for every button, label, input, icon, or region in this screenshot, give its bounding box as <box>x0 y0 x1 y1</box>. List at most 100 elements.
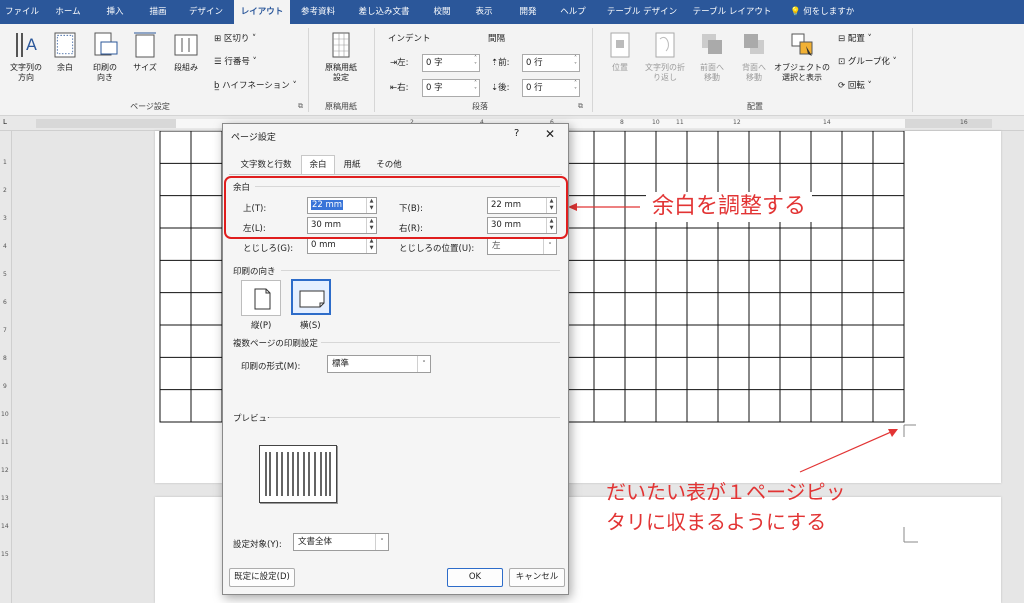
spacing-after-input[interactable]: 0 行 ˄ ˅ <box>522 79 580 97</box>
columns-button[interactable]: 段組み <box>166 30 206 73</box>
tell-me-text: 何をしますか <box>803 7 855 17</box>
gutter-position-label: とじしろの位置(U): <box>399 244 475 254</box>
tab-margins[interactable]: 余白 <box>301 155 335 175</box>
portrait-option[interactable] <box>241 280 281 316</box>
bring-forward-button[interactable]: 前面へ 移動 <box>692 30 732 83</box>
ribbon-tab-bar: ファイル ホーム 挿入 描画 デザイン レイアウト 参考資料 差し込み文書 校閲… <box>0 0 1024 24</box>
page-setup-launcher-icon[interactable]: ⧉ <box>298 102 303 111</box>
hyphenation-icon: b̲ <box>214 81 223 91</box>
multiple-pages-select[interactable]: 標準 ˅ <box>327 355 431 373</box>
paragraph-launcher-icon[interactable]: ⧉ <box>578 102 583 111</box>
lightbulb-icon: 💡 <box>790 7 801 17</box>
text-direction-icon: A <box>16 33 37 57</box>
line-numbers-button[interactable]: ☰ 行番号 ˅ <box>214 55 257 67</box>
landscape-option[interactable] <box>291 279 331 315</box>
size-button[interactable]: サイズ <box>128 30 162 73</box>
columns-icon <box>174 34 198 56</box>
fit-table-callout-line2: タリに収まるようにする <box>606 510 827 534</box>
vruler-number: 6 <box>3 299 7 306</box>
rotate-button[interactable]: ⟳ 回転 ˅ <box>838 79 872 91</box>
tab-help[interactable]: ヘルプ <box>550 0 596 24</box>
tab-paper[interactable]: 用紙 <box>335 155 369 175</box>
preview-section-title: プレビュー <box>233 414 276 424</box>
bring-forward-icon <box>702 34 722 54</box>
group-separator <box>308 28 309 112</box>
vertical-ruler[interactable]: 1 2 3 4 5 6 7 8 9 10 11 12 13 14 15 <box>0 131 12 603</box>
indent-right-label: ⇤右: <box>390 83 409 93</box>
hyphenation-button[interactable]: b̲ ハイフネーション ˅ <box>214 79 297 91</box>
ruler-number: 11 <box>676 119 684 126</box>
margins-button[interactable]: 余白 <box>48 30 82 73</box>
tab-other[interactable]: その他 <box>369 155 409 175</box>
tab-mailings[interactable]: 差し込み文書 <box>346 0 422 24</box>
tab-layout[interactable]: レイアウト <box>234 0 290 24</box>
gutter-input[interactable]: 0 mm ▲ ▼ <box>307 237 377 254</box>
landscape-label: 横(S) <box>300 321 321 331</box>
selection-pane-icon <box>791 33 813 56</box>
ruler-number: 10 <box>652 119 660 126</box>
close-icon[interactable]: ✕ <box>545 127 555 141</box>
spacing-after-label: ⇣後: <box>491 83 510 93</box>
orientation-button[interactable]: 印刷の 向き <box>84 30 126 83</box>
indent-left-label: ⇥左: <box>390 58 409 68</box>
wrap-text-icon <box>655 32 675 58</box>
portrait-label: 縦(P) <box>251 321 272 331</box>
ruler-number: 14 <box>823 119 831 126</box>
vruler-number: 1 <box>3 159 7 166</box>
tab-developer[interactable]: 開発 <box>506 0 550 24</box>
tab-table-layout[interactable]: テーブル レイアウト <box>686 0 778 24</box>
selection-pane-button[interactable]: オブジェクトの 選択と表示 <box>774 30 830 83</box>
wrap-text-button[interactable]: 文字列の折 り返し <box>640 30 690 83</box>
cancel-button[interactable]: キャンセル <box>509 568 565 587</box>
chevron-down-icon: ˅ <box>417 356 430 372</box>
adjust-margins-callout: 余白を調整する <box>646 192 813 222</box>
group-button[interactable]: ⊡ グループ化 ˅ <box>838 55 897 67</box>
ok-button[interactable]: OK <box>447 568 503 587</box>
chevron-down-icon: ˅ <box>543 238 556 254</box>
send-backward-icon <box>744 34 764 54</box>
tab-file[interactable]: ファイル <box>0 0 44 24</box>
vruler-number: 12 <box>1 467 9 474</box>
spacing-before-input[interactable]: 0 行 ˄ ˅ <box>522 54 580 72</box>
text-direction-button[interactable]: A 文字列の 方向 <box>6 30 46 83</box>
vruler-number: 10 <box>1 411 9 418</box>
vruler-number: 13 <box>1 495 9 502</box>
tab-divider <box>229 174 562 175</box>
tab-design[interactable]: デザイン <box>178 0 234 24</box>
genko-setup-button[interactable]: 原稿用紙 設定 <box>318 30 364 83</box>
arrange-group-label: 配置 <box>747 102 763 111</box>
send-backward-button[interactable]: 背面へ 移動 <box>734 30 774 83</box>
fit-table-callout-line1: だいたい表が１ページピッ <box>606 480 846 504</box>
tab-draw[interactable]: 描画 <box>138 0 178 24</box>
paragraph-group-label: 段落 <box>472 102 488 111</box>
tab-chars-lines[interactable]: 文字数と行数 <box>231 155 301 175</box>
group-separator <box>592 28 593 112</box>
tab-view[interactable]: 表示 <box>462 0 506 24</box>
apply-to-select[interactable]: 文書全体 ˅ <box>293 533 389 551</box>
set-as-default-button[interactable]: 既定に設定(D) <box>229 568 295 587</box>
tab-home[interactable]: ホーム <box>44 0 92 24</box>
spacing-before-label: ⇡前: <box>491 58 510 68</box>
manuscript-paper-icon <box>332 32 350 58</box>
vruler-number: 2 <box>3 187 7 194</box>
indent-left-input[interactable]: 0 字 ˄ ˅ <box>422 54 480 72</box>
position-button[interactable]: 位置 <box>600 30 640 73</box>
vruler-number: 5 <box>3 271 7 278</box>
group-separator <box>374 28 375 112</box>
tell-me-search[interactable]: 💡 何をしますか <box>790 0 854 24</box>
portrait-page-icon <box>254 288 271 310</box>
apply-to-label: 設定対象(Y): <box>233 540 282 550</box>
page-preview <box>259 445 337 503</box>
breaks-button[interactable]: ⊞ 区切り ˅ <box>214 32 256 44</box>
help-icon[interactable]: ? <box>514 128 519 139</box>
vruler-number: 3 <box>3 215 7 222</box>
section-divider <box>281 270 560 271</box>
indent-right-input[interactable]: 0 字 ˄ ˅ <box>422 79 480 97</box>
tab-table-design[interactable]: テーブル デザイン <box>600 0 684 24</box>
tab-insert[interactable]: 挿入 <box>92 0 138 24</box>
tab-review[interactable]: 校閲 <box>422 0 462 24</box>
align-button[interactable]: ⊟ 配置 ˅ <box>838 32 872 44</box>
gutter-position-select[interactable]: 左 ˅ <box>487 237 557 255</box>
tab-references[interactable]: 参考資料 <box>290 0 346 24</box>
ruler-number: 16 <box>960 119 968 126</box>
